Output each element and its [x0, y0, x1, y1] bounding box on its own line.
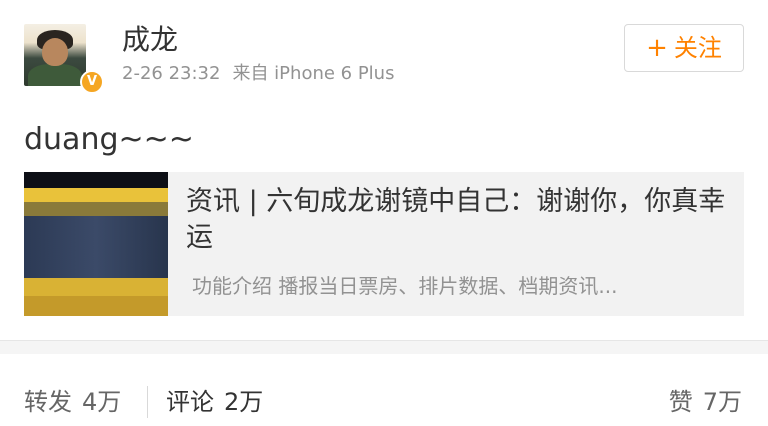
link-card[interactable]: 资讯 | 六旬成龙谢镜中自己：谢谢你，你真幸运 功能介绍 播报当日票房、排片数据…	[24, 172, 744, 316]
comment-label: 评论	[166, 388, 214, 416]
like-label: 赞	[668, 388, 693, 416]
card-title: 资讯 | 六旬成龙谢镜中自己：谢谢你，你真幸运	[186, 186, 726, 253]
verified-badge-icon: V	[80, 70, 104, 94]
avatar-photo	[24, 24, 86, 86]
follow-button[interactable]: + 关注	[624, 24, 744, 72]
action-bar: 转发 4万 评论 2万 赞 7万	[0, 378, 768, 426]
action-separator	[147, 386, 148, 418]
section-divider	[0, 340, 768, 354]
repost-button[interactable]: 转发 4万	[24, 386, 121, 418]
repost-label: 转发	[24, 388, 72, 416]
like-button[interactable]: 赞 7万	[669, 386, 742, 418]
post-meta: 2-26 23:32 来自 iPhone 6 Plus	[122, 62, 394, 86]
repost-count: 4万	[82, 388, 122, 416]
author-avatar[interactable]	[24, 24, 86, 86]
post-source: 来自 iPhone 6 Plus	[232, 63, 395, 84]
weibo-post: V 成龙 2-26 23:32 来自 iPhone 6 Plus + 关注 duan…	[0, 0, 768, 426]
comment-button[interactable]: 评论 2万	[166, 386, 263, 418]
card-thumbnail	[24, 172, 168, 316]
post-time: 2-26 23:32	[122, 63, 221, 84]
follow-label: 关注	[673, 34, 722, 62]
like-count: 7万	[702, 388, 742, 416]
comment-count: 2万	[224, 388, 264, 416]
post-text: duang~~~	[24, 122, 194, 157]
card-description: 功能介绍 播报当日票房、排片数据、档期资讯...	[192, 274, 618, 298]
plus-icon: +	[646, 33, 668, 63]
author-name[interactable]: 成龙	[122, 22, 178, 58]
